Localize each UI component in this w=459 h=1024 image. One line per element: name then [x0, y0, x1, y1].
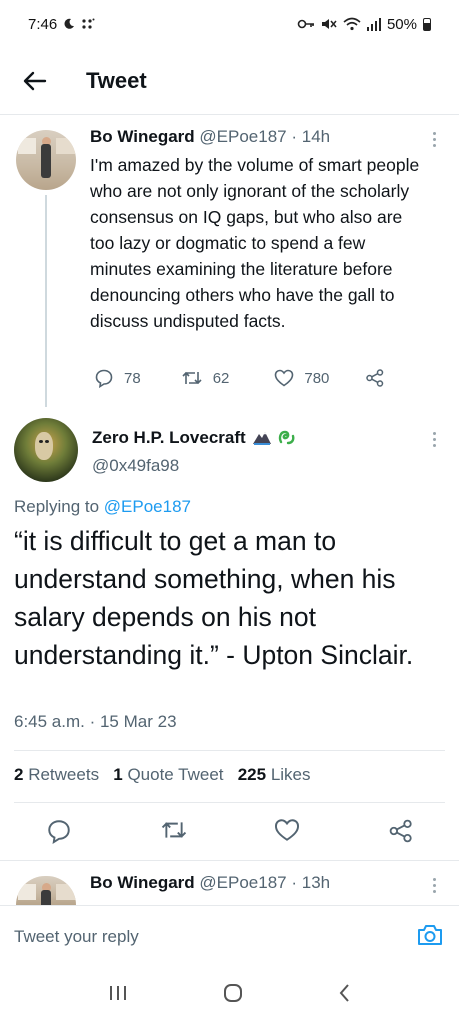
author-handle[interactable]: @0x49fa98	[92, 456, 179, 475]
like-button[interactable]	[274, 818, 300, 847]
status-bar: 7:46 50%	[0, 0, 459, 48]
like-button[interactable]: 780	[274, 369, 329, 387]
author-name[interactable]: Zero H.P. Lovecraft	[92, 428, 246, 447]
back-button[interactable]	[20, 66, 50, 96]
separator-dot: ·	[286, 127, 302, 146]
page-title: Tweet	[86, 68, 147, 93]
author-name[interactable]: Bo Winegard	[90, 127, 195, 146]
share-icon	[366, 369, 384, 387]
avatar-bo-winegard[interactable]	[16, 876, 76, 905]
more-vertical-icon	[431, 432, 437, 447]
signal-icon	[366, 17, 381, 31]
heart-icon	[275, 369, 294, 387]
actions-divider	[0, 860, 459, 861]
tweet-age: 14h	[301, 127, 331, 146]
arrow-left-icon	[23, 71, 47, 91]
retweet-icon	[182, 371, 202, 385]
camera-icon	[418, 925, 442, 945]
share-button[interactable]	[388, 818, 414, 849]
main-tweet-actions	[0, 816, 459, 850]
like-count: 780	[304, 369, 330, 387]
reply-count: 78	[124, 369, 141, 387]
replying-prefix: Replying to	[14, 497, 100, 516]
system-back-button[interactable]	[337, 982, 353, 1009]
retweet-button[interactable]: 62	[181, 369, 230, 387]
system-nav-bar	[0, 967, 459, 1024]
moon-icon	[64, 18, 75, 29]
share-icon	[389, 819, 412, 843]
likes-stat[interactable]: 225 Likes	[238, 765, 311, 784]
separator-dot: ·	[286, 873, 302, 892]
more-options-button[interactable]	[431, 132, 437, 147]
retweet-count: 62	[212, 369, 230, 387]
header-divider	[0, 114, 459, 115]
battery-icon	[423, 17, 431, 31]
chevron-left-icon	[339, 984, 349, 1002]
avatar-zero-hp-lovecraft[interactable]	[14, 418, 78, 482]
main-tweet-header: Zero H.P. Lovecraft	[92, 428, 297, 448]
app-grid-icon	[82, 18, 95, 29]
more-vertical-icon	[431, 132, 437, 147]
replying-to: Replying to @EPoe187	[14, 497, 191, 517]
recent-apps-icon	[109, 986, 126, 1000]
squiggle-emoji-icon	[279, 430, 295, 445]
main-tweet-text: “it is difficult to get a man to underst…	[14, 526, 414, 670]
parent-tweet-text: I'm amazed by the volume of smart people…	[90, 155, 420, 331]
author-handle[interactable]: @EPoe187	[199, 127, 286, 146]
retweet-button[interactable]	[160, 818, 188, 847]
home-button[interactable]	[222, 982, 244, 1009]
status-time: 7:46	[28, 15, 58, 33]
tweet-timestamp[interactable]: 6:45 a.m. · 15 Mar 23	[14, 712, 177, 732]
battery-percent: 50%	[386, 15, 417, 33]
main-tweet-handle-row: @0x49fa98	[92, 456, 179, 476]
parent-tweet-header: Bo Winegard @EPoe187 · 14h	[90, 127, 330, 147]
stats-bottom-divider	[14, 802, 445, 803]
mountain-emoji-icon	[253, 432, 272, 445]
home-icon	[223, 984, 242, 1002]
stats-top-divider	[14, 750, 445, 751]
retweets-stat[interactable]: 2 Retweets	[14, 765, 99, 784]
author-handle[interactable]: @EPoe187	[199, 873, 286, 892]
reply-input[interactable]: Tweet your reply	[14, 927, 139, 947]
thread-connector	[45, 195, 47, 407]
next-tweet-header: Bo Winegard @EPoe187 · 13h	[90, 873, 330, 893]
tweet-age: 13h	[301, 873, 331, 892]
mute-icon	[321, 19, 337, 29]
tweet-stats: 2 Retweets 1 Quote Tweet 225 Likes	[14, 765, 311, 785]
reply-composer[interactable]: Tweet your reply	[0, 905, 459, 967]
parent-tweet-actions: 78 62 780	[94, 368, 385, 388]
share-button[interactable]	[365, 368, 385, 388]
author-name[interactable]: Bo Winegard	[90, 873, 195, 892]
reply-icon	[95, 369, 113, 388]
camera-button[interactable]	[417, 924, 443, 951]
reply-button[interactable]	[46, 818, 72, 849]
more-vertical-icon	[431, 878, 437, 893]
quotes-stat[interactable]: 1 Quote Tweet	[113, 765, 223, 784]
more-options-button[interactable]	[431, 432, 437, 447]
top-app-bar: Tweet	[0, 48, 459, 114]
heart-icon	[274, 819, 300, 841]
replying-mention[interactable]: @EPoe187	[104, 497, 191, 516]
key-icon	[297, 19, 314, 29]
recent-apps-button[interactable]	[107, 983, 129, 1008]
reply-button[interactable]: 78	[94, 368, 141, 388]
avatar-bo-winegard[interactable]	[16, 130, 76, 190]
more-options-button[interactable]	[431, 878, 437, 893]
wifi-icon	[343, 17, 361, 31]
retweet-icon	[161, 822, 187, 838]
reply-icon	[48, 820, 70, 844]
